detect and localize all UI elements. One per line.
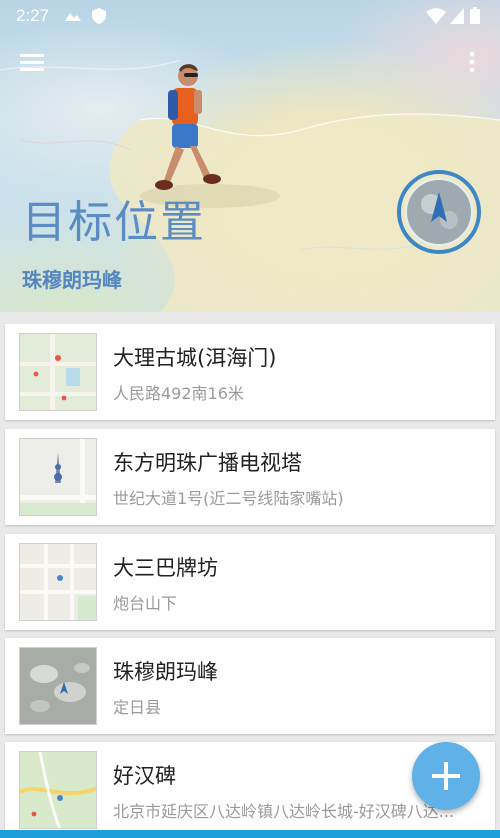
more-vert-icon[interactable] <box>462 50 482 76</box>
hamburger-menu-icon[interactable] <box>18 50 50 76</box>
tower-map-thumbnail <box>19 438 97 516</box>
header-banner: 2:27 目标位置 珠穆朗玛峰 <box>0 0 500 312</box>
mountain-map-thumbnail <box>19 647 97 725</box>
wifi-icon <box>426 8 446 24</box>
plus-icon <box>432 762 460 790</box>
status-time: 2:27 <box>16 6 50 25</box>
signal-icon <box>450 8 464 24</box>
list-item[interactable]: 大理古城(洱海门) 人民路492南16米 <box>5 324 495 420</box>
bottom-accent-bar <box>0 830 500 838</box>
target-location-name: 珠穆朗玛峰 <box>22 268 122 292</box>
list-item[interactable]: 珠穆朗玛峰 定日县 <box>5 638 495 734</box>
list-item[interactable]: 东方明珠广播电视塔 世纪大道1号(近二号线陆家嘴站) <box>5 429 495 525</box>
place-address: 炮台山下 <box>113 594 178 613</box>
list-item[interactable]: 大三巴牌坊 炮台山下 <box>5 534 495 630</box>
shield-icon <box>92 8 106 24</box>
park-map-thumbnail <box>19 751 97 829</box>
battery-icon <box>470 7 480 24</box>
green-map-thumbnail <box>19 333 97 411</box>
place-address: 世纪大道1号(近二号线陆家嘴站) <box>113 489 344 508</box>
status-bar: 2:27 <box>0 0 500 32</box>
place-name: 大理古城(洱海门) <box>113 346 277 370</box>
place-address: 人民路492南16米 <box>113 384 244 403</box>
place-name: 东方明珠广播电视塔 <box>113 451 302 475</box>
place-name: 珠穆朗玛峰 <box>113 660 218 684</box>
assistant-arrow-icon <box>65 13 81 21</box>
place-address: 定日县 <box>113 698 162 717</box>
compass-map-icon[interactable] <box>397 170 481 254</box>
page-title: 目标位置 <box>22 197 206 248</box>
add-location-button[interactable] <box>412 742 480 810</box>
place-name: 大三巴牌坊 <box>113 556 218 580</box>
place-address: 北京市延庆区八达岭镇八达岭长城-好汉碑八达... <box>113 802 455 821</box>
street-map-thumbnail <box>19 543 97 621</box>
place-name: 好汉碑 <box>113 764 176 788</box>
